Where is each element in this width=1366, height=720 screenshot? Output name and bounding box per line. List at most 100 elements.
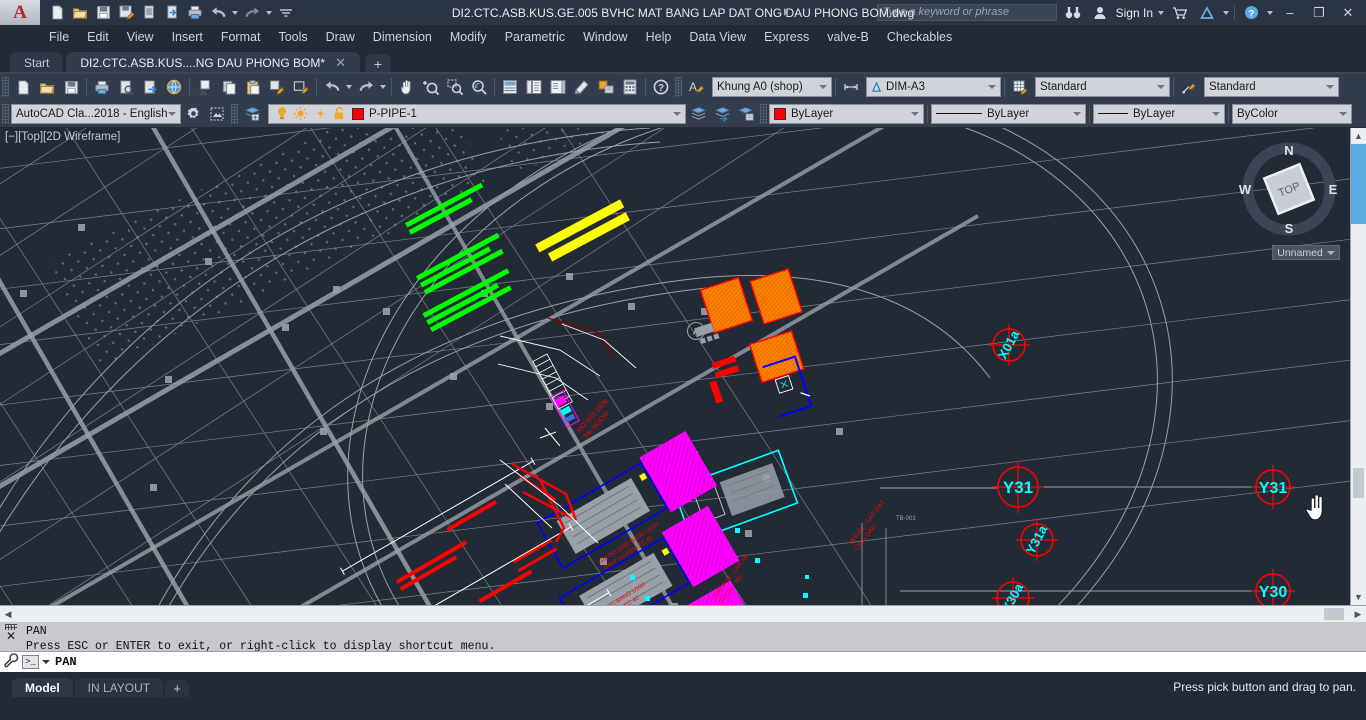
dimension-style-select[interactable]: DIM-A3 xyxy=(866,77,1001,97)
named-view-select[interactable]: Unnamed xyxy=(1272,245,1340,260)
markup-set-manager-icon[interactable] xyxy=(594,75,618,99)
text-style-select[interactable]: Khung A0 (shop) xyxy=(712,77,832,97)
paste-icon[interactable] xyxy=(241,75,265,99)
etransmit-icon[interactable] xyxy=(162,75,186,99)
undo-dropdown-icon[interactable] xyxy=(230,2,240,24)
layer-on-off-bulb-icon[interactable] xyxy=(275,106,289,121)
layer-make-current-icon[interactable] xyxy=(710,102,734,126)
autodesk-app-icon[interactable] xyxy=(1196,2,1218,24)
vertical-scroll-thumb[interactable] xyxy=(1353,468,1364,498)
plotstyle-select[interactable]: ByColor xyxy=(1232,103,1352,124)
title-expand-arrow-icon[interactable] xyxy=(782,6,790,20)
command-line-area[interactable]: ✕ PAN Press ESC or ENTER to exit, or rig… xyxy=(0,622,1366,672)
horizontal-scroll-thumb[interactable] xyxy=(1324,608,1344,620)
dimension-style-icon[interactable] xyxy=(839,75,863,99)
cut-icon[interactable] xyxy=(193,75,217,99)
command-prompt-icon[interactable]: >_ xyxy=(22,655,39,669)
lineweight-select[interactable]: ByLayer xyxy=(1093,103,1225,124)
workspace-settings-gear-icon[interactable] xyxy=(181,102,205,126)
layer-previous-icon[interactable] xyxy=(686,102,710,126)
plot-icon[interactable] xyxy=(90,75,114,99)
menu-tools[interactable]: Tools xyxy=(269,28,316,46)
help-chevron-icon[interactable] xyxy=(1267,10,1273,15)
zoom-window-icon[interactable] xyxy=(443,75,467,99)
user-avatar-icon[interactable] xyxy=(1089,2,1111,24)
linetype-select[interactable]: ByLayer xyxy=(931,103,1086,124)
restore-button[interactable]: ❐ xyxy=(1307,2,1331,24)
print-icon[interactable] xyxy=(184,2,206,24)
text-style-icon[interactable]: A xyxy=(684,75,708,99)
help-icon[interactable]: ? xyxy=(649,75,673,99)
redo-icon[interactable] xyxy=(354,75,378,99)
redo-dropdown-icon[interactable] xyxy=(378,75,388,99)
design-center-icon[interactable] xyxy=(522,75,546,99)
scroll-left-icon[interactable]: ◀ xyxy=(0,609,16,620)
block-editor-icon[interactable] xyxy=(289,75,313,99)
open-icon[interactable] xyxy=(35,75,59,99)
undo-icon[interactable] xyxy=(207,2,229,24)
menu-dimension[interactable]: Dimension xyxy=(364,28,441,46)
open-file-icon[interactable] xyxy=(69,2,91,24)
menu-express[interactable]: Express xyxy=(755,28,818,46)
menu-draw[interactable]: Draw xyxy=(317,28,364,46)
sign-in-chevron-icon[interactable] xyxy=(1158,10,1164,15)
viewport-label[interactable]: [−][Top][2D Wireframe] xyxy=(5,131,120,143)
search-input[interactable]: Type a keyword or phrase xyxy=(876,4,1057,21)
layer-freeze-viewport-icon[interactable] xyxy=(313,106,328,121)
undo-dropdown-icon[interactable] xyxy=(344,75,354,99)
command-prompt-chevron-icon[interactable] xyxy=(42,660,50,664)
copy-icon[interactable] xyxy=(217,75,241,99)
command-input-row[interactable]: >_ PAN xyxy=(0,651,1366,672)
table-style-select[interactable]: Standard xyxy=(1035,77,1170,97)
menu-valve-b[interactable]: valve-B xyxy=(818,28,878,46)
menu-data-view[interactable]: Data View xyxy=(680,28,755,46)
menu-help[interactable]: Help xyxy=(637,28,681,46)
publish-icon[interactable] xyxy=(138,75,162,99)
menu-insert[interactable]: Insert xyxy=(163,28,212,46)
new-file-tab-button[interactable]: + xyxy=(364,54,391,74)
menu-modify[interactable]: Modify xyxy=(441,28,496,46)
properties-palette-icon[interactable] xyxy=(498,75,522,99)
close-button[interactable]: ✕ xyxy=(1336,2,1360,24)
menu-edit[interactable]: Edit xyxy=(78,28,118,46)
application-menu-button[interactable]: A xyxy=(0,0,40,25)
layers-toolbar-grip[interactable] xyxy=(231,103,238,124)
sheet-set-manager-icon[interactable] xyxy=(570,75,594,99)
match-properties-icon[interactable] xyxy=(265,75,289,99)
multileader-style-icon[interactable] xyxy=(1177,75,1201,99)
customize-qat-icon[interactable] xyxy=(275,2,297,24)
layer-freeze-sun-icon[interactable] xyxy=(293,106,308,121)
new-icon[interactable] xyxy=(11,75,35,99)
vertical-scrollbar[interactable]: ▲ ▼ xyxy=(1350,128,1366,605)
zoom-previous-icon[interactable] xyxy=(467,75,491,99)
file-tab-drawing[interactable]: DI2.CTC.ASB.KUS....NG DAU PHONG BOM* ✕ xyxy=(66,52,360,74)
file-tab-start[interactable]: Start xyxy=(10,52,64,74)
styles-toolbar-grip[interactable] xyxy=(675,77,682,97)
multileader-style-select[interactable]: Standard xyxy=(1204,77,1339,97)
menu-checkables[interactable]: Checkables xyxy=(878,28,961,46)
scroll-up-icon[interactable]: ▲ xyxy=(1351,128,1366,144)
layout-tab-model[interactable]: Model xyxy=(12,678,73,697)
minimize-button[interactable]: – xyxy=(1278,2,1302,24)
layout-tab-in-layout[interactable]: IN LAYOUT xyxy=(74,678,164,697)
object-color-select[interactable]: ByLayer xyxy=(769,103,924,124)
menu-format[interactable]: Format xyxy=(212,28,270,46)
display-ui-icon[interactable] xyxy=(205,102,229,126)
new-layout-button[interactable]: + xyxy=(165,680,190,697)
scroll-down-icon[interactable]: ▼ xyxy=(1351,589,1366,605)
pan-icon[interactable] xyxy=(395,75,419,99)
file-tab-close-icon[interactable]: ✕ xyxy=(335,55,346,71)
menu-window[interactable]: Window xyxy=(574,28,636,46)
tool-palettes-icon[interactable] xyxy=(546,75,570,99)
undo-icon[interactable] xyxy=(320,75,344,99)
table-style-icon[interactable] xyxy=(1008,75,1032,99)
save-icon[interactable] xyxy=(59,75,83,99)
command-close-icon[interactable]: ✕ xyxy=(6,630,16,642)
save-as-icon[interactable] xyxy=(115,2,137,24)
publish-icon[interactable] xyxy=(161,2,183,24)
drawing-canvas[interactable]: [−][Top][2D Wireframe] MO GOI DEN TAI NG… xyxy=(0,128,1366,622)
sign-in-button[interactable]: Sign In xyxy=(1116,6,1153,20)
zoom-realtime-icon[interactable] xyxy=(419,75,443,99)
menu-parametric[interactable]: Parametric xyxy=(496,28,574,46)
menu-file[interactable]: File xyxy=(40,28,78,46)
